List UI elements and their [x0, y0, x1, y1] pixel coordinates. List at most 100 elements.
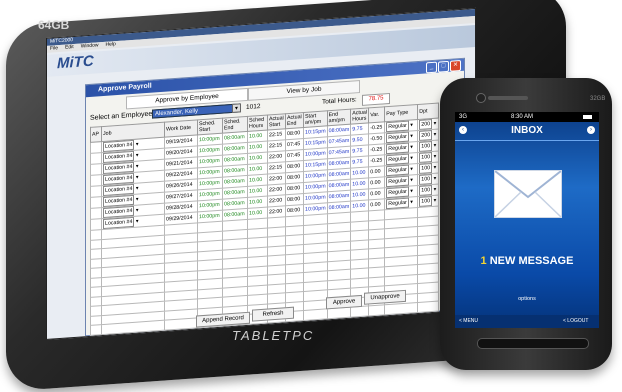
- cell-value: 10.00: [249, 187, 263, 195]
- col-ap[interactable]: AP: [90, 126, 102, 143]
- chevron-down-icon[interactable]: ▾: [432, 176, 437, 182]
- chevron-down-icon[interactable]: ▾: [134, 142, 139, 148]
- logout-link[interactable]: < LOGOUT: [563, 315, 588, 328]
- cell-value: 0.00: [370, 190, 381, 198]
- cell-dpt[interactable]: 100 ▾: [417, 184, 439, 197]
- chevron-down-icon[interactable]: ▾: [409, 155, 413, 161]
- chevron-down-icon[interactable]: ▾: [409, 133, 413, 139]
- cell-ap[interactable]: [90, 324, 102, 335]
- col-dpt[interactable]: Dpt: [417, 103, 439, 120]
- phone-status-bar: 3G 8:30 AM: [455, 112, 599, 122]
- chevron-down-icon[interactable]: ▾: [432, 121, 437, 127]
- maximize-icon[interactable]: □: [438, 60, 449, 73]
- chevron-down-icon[interactable]: ▾: [409, 188, 413, 194]
- cell-ap[interactable]: [90, 152, 102, 165]
- back-icon[interactable]: ‹: [459, 126, 467, 134]
- cell-dpt[interactable]: 200 ▾: [417, 129, 439, 142]
- chevron-down-icon[interactable]: ▾: [409, 177, 413, 183]
- col-actual-end[interactable]: Actual End: [285, 112, 304, 129]
- cell-value: 100: [419, 174, 433, 185]
- menu-file[interactable]: File: [50, 45, 58, 52]
- chevron-down-icon[interactable]: ▾: [432, 132, 437, 138]
- chevron-down-icon[interactable]: ▾: [134, 219, 139, 225]
- chevron-down-icon[interactable]: ▼: [232, 103, 241, 113]
- menu-window[interactable]: Window: [81, 42, 99, 49]
- cell-dpt[interactable]: 100 ▾: [417, 140, 439, 153]
- carrier-label: 3G: [459, 114, 468, 120]
- chevron-down-icon[interactable]: ▾: [134, 208, 139, 214]
- cell-var[interactable]: [368, 304, 385, 316]
- cell-value: -0.50: [370, 135, 383, 143]
- cell-a-hours[interactable]: [350, 305, 369, 317]
- cell-value: 09/28/2014: [166, 203, 193, 212]
- col-sched-hours[interactable]: Sched Hours: [247, 115, 268, 132]
- col-actual-start[interactable]: Actual Start: [267, 113, 286, 131]
- cell-value: 10:15pm: [305, 128, 326, 136]
- cell-ap[interactable]: [90, 185, 102, 198]
- chevron-down-icon[interactable]: ▾: [409, 166, 413, 172]
- message-label: NEW MESSAGE: [489, 255, 574, 267]
- options-link[interactable]: options: [455, 296, 599, 302]
- approve-button[interactable]: Approve: [326, 294, 362, 310]
- chevron-down-icon[interactable]: ▾: [432, 198, 437, 204]
- cell-value: 08:00: [287, 163, 301, 171]
- cell-ap[interactable]: [90, 174, 102, 187]
- cell-value: 10.00: [352, 191, 366, 199]
- menu-help[interactable]: Help: [105, 41, 115, 48]
- chevron-down-icon[interactable]: ▾: [134, 175, 139, 181]
- col-start-ampm[interactable]: Start am/pm: [303, 110, 328, 128]
- cell-dpt[interactable]: 200 ▾: [417, 118, 439, 131]
- cell-value: 09/29/2014: [166, 214, 193, 223]
- cell-value: 10.00: [249, 143, 263, 151]
- cell-date[interactable]: [164, 317, 198, 330]
- cell-value: 10:00pm: [305, 183, 326, 191]
- cell-value: 10:00pm: [305, 194, 326, 202]
- menu-link[interactable]: < MENU: [459, 318, 478, 324]
- phone-camera: [476, 93, 486, 103]
- phone-speaker: [488, 96, 528, 100]
- col-actual-hours[interactable]: Actual Hours: [350, 107, 369, 125]
- cell-ap[interactable]: [90, 196, 102, 209]
- cell-ap[interactable]: [90, 163, 102, 176]
- chevron-down-icon[interactable]: ▾: [432, 187, 437, 193]
- append-record-button[interactable]: Append Record: [196, 311, 250, 328]
- chevron-down-icon[interactable]: ▾: [134, 197, 139, 203]
- cell-value: 10.00: [249, 154, 263, 162]
- chevron-down-icon[interactable]: ▾: [432, 143, 437, 149]
- col-end-ampm[interactable]: End am/pm: [327, 109, 351, 126]
- cell-value: 0.00: [370, 179, 381, 187]
- cell-value: 9.75: [352, 125, 363, 133]
- close-icon[interactable]: ✕: [450, 59, 461, 72]
- cell-ap[interactable]: [90, 207, 102, 220]
- cell-value: 08:00am: [328, 159, 350, 168]
- chevron-down-icon[interactable]: ▾: [134, 153, 139, 159]
- chevron-down-icon[interactable]: ▾: [134, 186, 139, 192]
- cell-value: 22:15: [269, 164, 283, 172]
- cell-ap[interactable]: [90, 141, 102, 154]
- cell-value: 09/22/2014: [166, 170, 193, 179]
- chevron-down-icon[interactable]: ▾: [409, 144, 413, 150]
- forward-icon[interactable]: ›: [587, 126, 595, 134]
- phone-home-button[interactable]: [477, 338, 589, 349]
- cell-value: 07:45: [287, 141, 301, 149]
- chevron-down-icon[interactable]: ▾: [432, 165, 437, 171]
- cell-dpt[interactable]: 100 ▾: [417, 195, 439, 208]
- cell-value: 10.00: [249, 132, 263, 140]
- cell-value: Regular: [386, 197, 409, 210]
- cell-value: 100: [419, 185, 433, 196]
- cell-ap[interactable]: [90, 218, 102, 231]
- minimize-icon[interactable]: _: [426, 61, 437, 74]
- chevron-down-icon[interactable]: ▾: [432, 154, 437, 160]
- cell-pay[interactable]: [384, 302, 418, 315]
- chevron-down-icon[interactable]: ▾: [409, 199, 413, 205]
- cell-dpt[interactable]: 100 ▾: [417, 162, 439, 175]
- chevron-down-icon[interactable]: ▾: [134, 164, 139, 170]
- cell-value: 08:00: [287, 196, 301, 204]
- chevron-down-icon[interactable]: ▾: [409, 122, 413, 128]
- menu-edit[interactable]: Edit: [65, 44, 74, 51]
- cell-dpt[interactable]: 100 ▾: [417, 173, 439, 186]
- cell-dpt[interactable]: 100 ▾: [417, 151, 439, 164]
- cell-dpt[interactable]: [417, 301, 439, 313]
- cell-st[interactable]: [303, 308, 328, 320]
- col-var[interactable]: Var.: [368, 106, 385, 123]
